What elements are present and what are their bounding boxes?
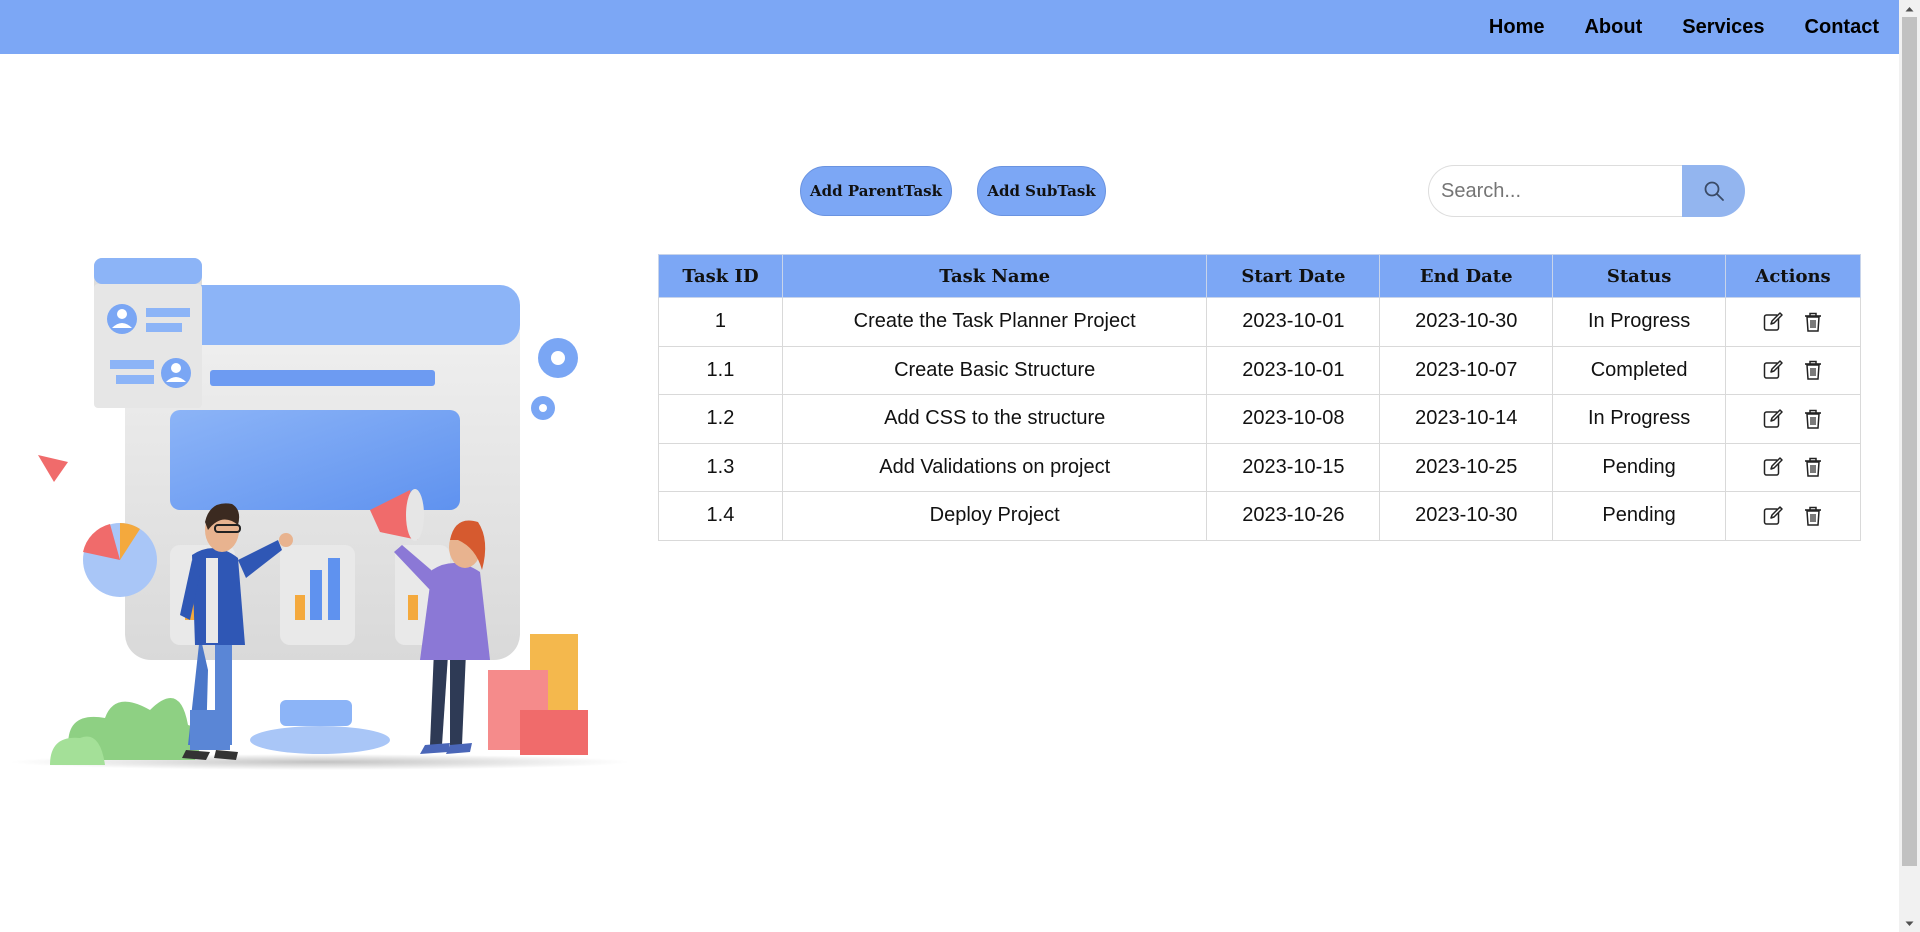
edit-icon[interactable] xyxy=(1762,311,1784,333)
scroll-up-arrow-icon[interactable] xyxy=(1899,0,1920,17)
status-cell: Completed xyxy=(1552,345,1727,395)
end-date-cell: 2023-10-30 xyxy=(1379,297,1554,347)
actions-cell xyxy=(1725,345,1861,395)
nav-link-about[interactable]: About xyxy=(1584,16,1642,39)
status-cell: Pending xyxy=(1552,491,1727,541)
scroll-down-arrow-icon[interactable] xyxy=(1899,915,1920,932)
start-date-cell: 2023-10-08 xyxy=(1206,394,1381,444)
start-date-cell: 2023-10-01 xyxy=(1206,297,1381,347)
task-name-cell: Add CSS to the structure xyxy=(781,394,1208,444)
header-end-date: End Date xyxy=(1379,254,1554,298)
trash-icon[interactable] xyxy=(1802,456,1824,478)
status-cell: Pending xyxy=(1552,442,1727,492)
start-date-cell: 2023-10-26 xyxy=(1206,491,1381,541)
actions-cell xyxy=(1725,394,1861,444)
nav-link-contact[interactable]: Contact xyxy=(1805,16,1879,39)
trash-icon[interactable] xyxy=(1802,311,1824,333)
header-actions: Actions xyxy=(1725,254,1861,298)
team-presentation-illustration xyxy=(10,258,630,770)
task-id-cell: 1.3 xyxy=(658,442,783,492)
edit-icon[interactable] xyxy=(1762,408,1784,430)
scrollbar-thumb[interactable] xyxy=(1902,17,1917,866)
task-name-cell: Add Validations on project xyxy=(781,442,1208,492)
edit-icon[interactable] xyxy=(1762,359,1784,381)
add-parent-task-button[interactable]: Add ParentTask xyxy=(800,166,952,216)
start-date-cell: 2023-10-01 xyxy=(1206,345,1381,395)
edit-icon[interactable] xyxy=(1762,505,1784,527)
search-icon xyxy=(1704,181,1724,201)
add-sub-task-button[interactable]: Add SubTask xyxy=(977,166,1106,216)
actions-cell xyxy=(1725,442,1861,492)
task-name-cell: Deploy Project xyxy=(781,491,1208,541)
header-start-date: Start Date xyxy=(1206,254,1381,298)
search-button[interactable] xyxy=(1682,165,1745,217)
vertical-scrollbar[interactable] xyxy=(1899,0,1920,932)
table-row: 1.2 Add CSS to the structure 2023-10-08 … xyxy=(658,394,1861,444)
header-task-id: Task ID xyxy=(658,254,783,298)
nav-link-home[interactable]: Home xyxy=(1489,16,1545,39)
edit-icon[interactable] xyxy=(1762,456,1784,478)
task-id-cell: 1.4 xyxy=(658,491,783,541)
nav-link-services[interactable]: Services xyxy=(1682,16,1764,39)
status-cell: In Progress xyxy=(1552,297,1727,347)
table-row: 1 Create the Task Planner Project 2023-1… xyxy=(658,297,1861,347)
table-row: 1.4 Deploy Project 2023-10-26 2023-10-30… xyxy=(658,491,1861,541)
end-date-cell: 2023-10-14 xyxy=(1379,394,1554,444)
trash-icon[interactable] xyxy=(1802,359,1824,381)
start-date-cell: 2023-10-15 xyxy=(1206,442,1381,492)
task-name-cell: Create the Task Planner Project xyxy=(781,297,1208,347)
navbar: Home About Services Contact xyxy=(0,0,1899,54)
table-header-row: Task ID Task Name Start Date End Date St… xyxy=(658,254,1861,298)
nav-links: Home About Services Contact xyxy=(1489,0,1879,54)
trash-icon[interactable] xyxy=(1802,408,1824,430)
task-id-cell: 1.2 xyxy=(658,394,783,444)
header-task-name: Task Name xyxy=(781,254,1208,298)
end-date-cell: 2023-10-07 xyxy=(1379,345,1554,395)
task-name-cell: Create Basic Structure xyxy=(781,345,1208,395)
task-id-cell: 1.1 xyxy=(658,345,783,395)
status-cell: In Progress xyxy=(1552,394,1727,444)
actions-cell xyxy=(1725,491,1861,541)
table-row: 1.3 Add Validations on project 2023-10-1… xyxy=(658,442,1861,492)
search-input[interactable] xyxy=(1428,165,1682,217)
task-id-cell: 1 xyxy=(658,297,783,347)
trash-icon[interactable] xyxy=(1802,505,1824,527)
header-status: Status xyxy=(1552,254,1727,298)
search-bar xyxy=(1428,165,1745,217)
table-row: 1.1 Create Basic Structure 2023-10-01 20… xyxy=(658,345,1861,395)
end-date-cell: 2023-10-25 xyxy=(1379,442,1554,492)
actions-cell xyxy=(1725,297,1861,347)
end-date-cell: 2023-10-30 xyxy=(1379,491,1554,541)
task-table: Task ID Task Name Start Date End Date St… xyxy=(658,254,1861,541)
